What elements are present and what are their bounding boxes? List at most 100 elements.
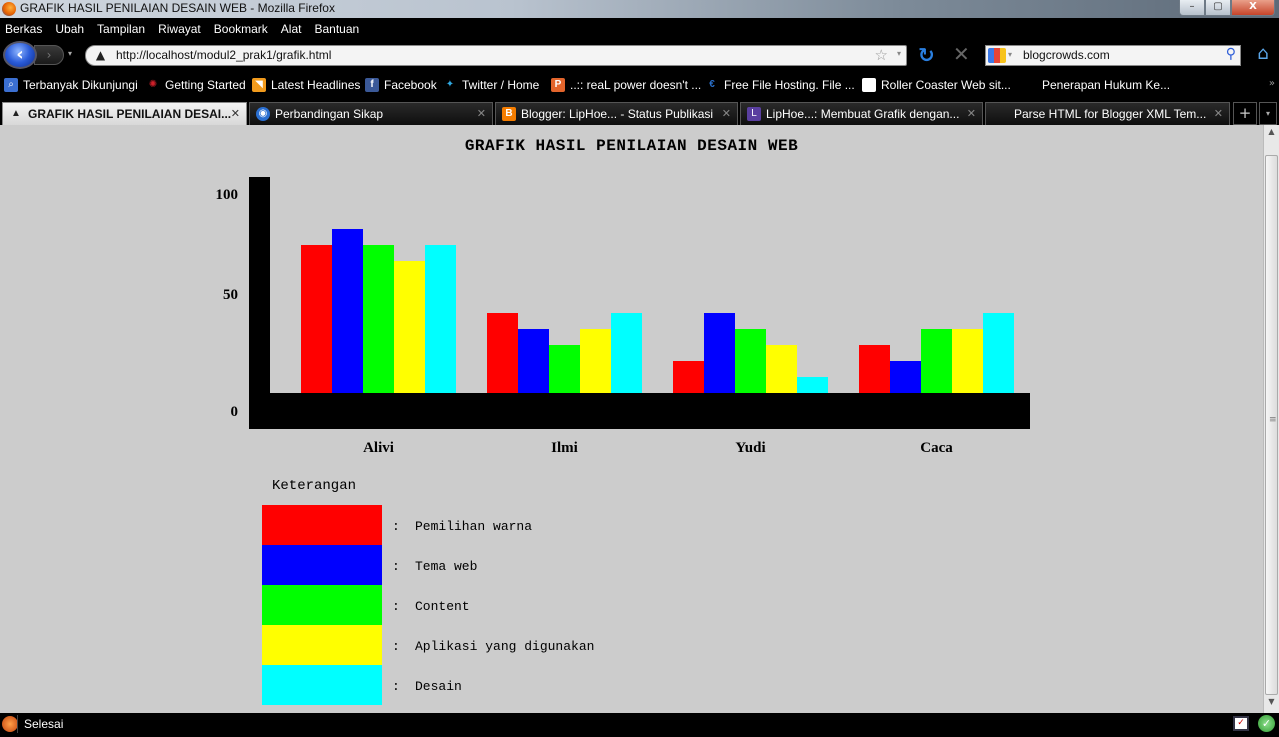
bar-yudi-pemilihan-warna	[673, 361, 704, 393]
close-window-button[interactable]: X	[1231, 0, 1275, 16]
search-icon[interactable]: ⚲	[1226, 46, 1236, 62]
tab-label: Parse HTML for Blogger XML Tem...	[1014, 107, 1207, 121]
tab-perbandingan-sikap[interactable]: ◉ Perbandingan Sikap ✕	[249, 102, 493, 125]
bar-alivi-tema-web	[332, 229, 363, 393]
menu-alat[interactable]: Alat	[281, 22, 302, 36]
blog-icon: P	[551, 78, 565, 92]
tab-close-icon[interactable]: ✕	[477, 107, 486, 120]
menu-bookmark[interactable]: Bookmark	[214, 22, 268, 36]
menu-bantuan[interactable]: Bantuan	[314, 22, 359, 36]
bar-yudi-aplikasi-yang-digunakan	[766, 345, 797, 393]
google-search-engine-icon[interactable]	[988, 48, 1006, 63]
search-bar[interactable]: ▾ blogcrowds.com ⚲	[985, 45, 1241, 66]
minimize-button[interactable]: –	[1179, 0, 1205, 16]
menu-riwayat[interactable]: Riwayat	[158, 22, 201, 36]
firefox-status-icon	[2, 716, 18, 732]
bar-alivi-aplikasi-yang-digunakan	[394, 261, 425, 393]
vertical-scrollbar[interactable]: ▲ ≡ ▼	[1263, 125, 1279, 713]
menu-berkas[interactable]: Berkas	[5, 22, 42, 36]
legend-label: Pemilihan warna	[415, 519, 533, 534]
bar-ilmi-pemilihan-warna	[487, 313, 518, 393]
addon-check-icon[interactable]: ✓	[1258, 715, 1275, 732]
legend-separator: :	[392, 599, 400, 614]
bar-alivi-pemilihan-warna	[301, 245, 332, 393]
status-divider	[17, 715, 18, 733]
bookmark-latest-headlines[interactable]: ◥ Latest Headlines	[252, 78, 360, 92]
bookmark-label: Penerapan Hukum Ke...	[1042, 78, 1171, 92]
bookmark-facebook[interactable]: f Facebook	[365, 78, 437, 92]
bar-yudi-content	[735, 329, 766, 393]
menu-tampilan[interactable]: Tampilan	[97, 22, 145, 36]
tab-favicon-icon: ▲	[11, 108, 21, 119]
status-text: Selesai	[24, 717, 64, 731]
x-tick-label: Alivi	[363, 440, 394, 456]
bookmark-getting-started[interactable]: ✺ Getting Started	[146, 78, 246, 92]
stop-button[interactable]: ✕	[953, 42, 970, 66]
addon-tv-icon[interactable]: ✓	[1233, 716, 1249, 731]
bookmark-most-visited[interactable]: ⌕ Terbanyak Dikunjungi	[4, 78, 138, 92]
legend-item: : Aplikasi yang digunakan	[262, 625, 662, 665]
bookmark-roller-coaster[interactable]: Roller Coaster Web sit...	[862, 78, 1011, 92]
bookmark-twitter[interactable]: ✦ Twitter / Home	[443, 78, 540, 92]
list-all-tabs-button[interactable]: ▾	[1259, 102, 1277, 125]
window-title: GRAFIK HASIL PENILAIAN DESAIN WEB - Mozi…	[20, 1, 335, 15]
x-tick-label: Caca	[920, 440, 953, 456]
bookmark-real-power[interactable]: P ..:: reaL power doesn't ...	[551, 78, 701, 92]
legend-separator: :	[392, 679, 400, 694]
bookmark-label: Terbanyak Dikunjungi	[23, 78, 138, 92]
navigation-toolbar: › ‹ ▾ ▲ http://localhost/modul2_prak1/gr…	[0, 40, 1279, 70]
bar-caca-desain	[983, 313, 1014, 393]
scroll-up-arrow-icon[interactable]: ▲	[1264, 127, 1279, 141]
tab-close-icon[interactable]: ✕	[1214, 107, 1223, 120]
history-dropdown-icon[interactable]: ▾	[64, 49, 76, 61]
tab-label: Blogger: LipHoe... - Status Publikasi	[521, 107, 714, 121]
legend-label: Desain	[415, 679, 462, 694]
bar-ilmi-aplikasi-yang-digunakan	[580, 329, 611, 393]
maximize-button[interactable]: ▢	[1205, 0, 1231, 16]
bookmarks-toolbar: ⌕ Terbanyak Dikunjungi ✺ Getting Started…	[0, 74, 1279, 98]
tab-close-icon[interactable]: ✕	[722, 107, 731, 120]
y-tick-label: 50	[223, 287, 238, 303]
y-axis	[249, 177, 270, 429]
tab-liphoe[interactable]: L LipHoe...: Membuat Grafik dengan... ✕	[740, 102, 983, 125]
getting-started-icon: ✺	[148, 79, 158, 90]
legend-item: : Desain	[262, 665, 662, 705]
search-input[interactable]: blogcrowds.com	[1023, 48, 1110, 62]
site-favicon-icon: ▲	[95, 48, 106, 62]
bar-caca-tema-web	[890, 361, 921, 393]
tab-label: Perbandingan Sikap	[275, 107, 384, 121]
twitter-icon: ✦	[445, 79, 455, 90]
bar-ilmi-tema-web	[518, 329, 549, 393]
y-tick-label: 0	[231, 404, 239, 420]
tab-bar: ▲ GRAFIK HASIL PENILAIAN DESAI... ✕ ◉ Pe…	[0, 101, 1279, 125]
legend-swatch	[262, 625, 382, 665]
url-bar[interactable]: ▲ http://localhost/modul2_prak1/grafik.h…	[85, 45, 907, 66]
tab-blogger[interactable]: B Blogger: LipHoe... - Status Publikasi …	[495, 102, 738, 125]
tab-grafik[interactable]: ▲ GRAFIK HASIL PENILAIAN DESAI... ✕	[2, 102, 247, 125]
bookmark-free-file-hosting[interactable]: € Free File Hosting. File ...	[705, 78, 855, 92]
tab-label: GRAFIK HASIL PENILAIAN DESAI...	[28, 107, 232, 121]
tab-close-icon[interactable]: ✕	[967, 107, 976, 120]
scrollbar-thumb[interactable]: ≡	[1265, 155, 1278, 695]
forward-button[interactable]: ›	[34, 45, 64, 65]
url-input[interactable]: http://localhost/modul2_prak1/grafik.htm…	[116, 48, 331, 62]
tab-close-icon[interactable]: ✕	[231, 107, 240, 120]
bar-alivi-content	[363, 245, 394, 393]
bookmark-label: Getting Started	[165, 78, 246, 92]
menu-bar: Berkas Ubah Tampilan Riwayat Bookmark Al…	[0, 18, 1279, 40]
search-engine-dropdown-icon[interactable]: ▾	[1008, 50, 1012, 59]
home-button[interactable]: ⌂	[1252, 43, 1274, 65]
firefox-icon	[2, 2, 16, 16]
back-button[interactable]: ‹	[3, 41, 37, 69]
new-tab-button[interactable]: +	[1233, 102, 1257, 125]
bookmarks-overflow-icon[interactable]: »	[1269, 78, 1275, 89]
bookmark-penerapan-hukum[interactable]: Penerapan Hukum Ke...	[1042, 78, 1170, 92]
bookmark-star-icon[interactable]: ☆	[875, 46, 888, 64]
tab-parse-html[interactable]: Parse HTML for Blogger XML Tem... ✕	[985, 102, 1230, 125]
blogger-icon: B	[502, 107, 516, 121]
bar-ilmi-content	[549, 345, 580, 393]
reload-button[interactable]: ↻	[918, 43, 935, 67]
menu-ubah[interactable]: Ubah	[55, 22, 84, 36]
scroll-down-arrow-icon[interactable]: ▼	[1264, 697, 1279, 711]
url-dropdown-icon[interactable]: ▾	[897, 49, 901, 58]
